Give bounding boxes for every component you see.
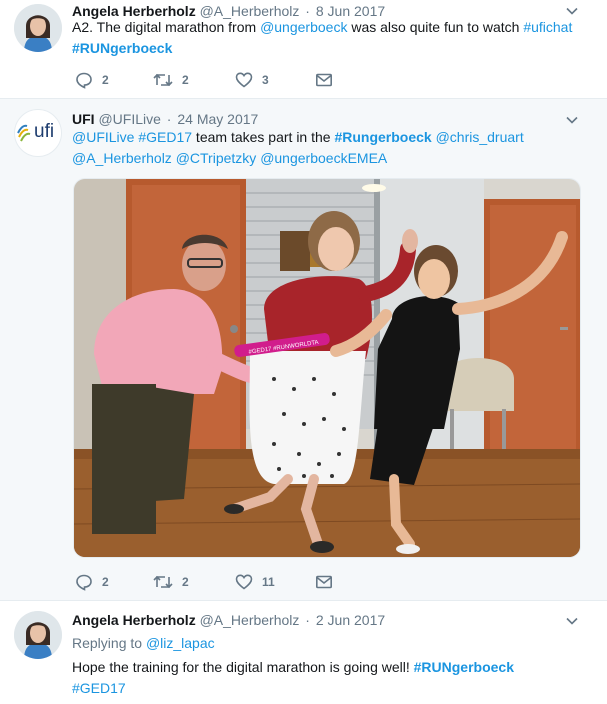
mention-link[interactable]: @CTripetzky	[176, 150, 257, 166]
envelope-icon	[315, 73, 332, 87]
hashtag-link[interactable]: #RUNgerboeck	[72, 40, 172, 56]
hashtag-link[interactable]: #GED17	[138, 129, 192, 145]
tweet-text: A2. The digital marathon from @ungerboec…	[72, 17, 592, 59]
direct-message-button[interactable]	[315, 71, 333, 89]
mention-link[interactable]: @A_Herberholz	[72, 150, 172, 166]
mention-link[interactable]: @chris_druart	[436, 129, 524, 145]
mention-link[interactable]: @UFILive	[72, 129, 134, 145]
reply-count: 2	[102, 73, 109, 87]
mention-link[interactable]: @ungerboeck	[260, 19, 347, 35]
user-handle[interactable]: @A_Herberholz	[200, 612, 300, 628]
user-handle[interactable]: @UFILive	[98, 111, 160, 127]
chevron-down-icon[interactable]	[565, 614, 579, 628]
reply-button[interactable]: 2	[75, 573, 109, 591]
retweet-icon	[153, 575, 173, 589]
tweet-header: UFI @UFILive · 24 May 2017	[72, 110, 258, 128]
timeline: Angela Herberholz @A_Herberholz · 8 Jun …	[0, 0, 607, 704]
tweet-date[interactable]: 2 Jun 2017	[316, 612, 385, 628]
reply-icon	[76, 72, 92, 89]
hashtag-link[interactable]: #ufichat	[523, 19, 572, 35]
tweet-text: Hope the training for the digital marath…	[72, 657, 592, 699]
tweet[interactable]: ufi UFI @UFILive · 24 May 2017 @UFILive …	[0, 99, 607, 601]
like-count: 11	[262, 575, 275, 589]
mention-link[interactable]: @liz_lapac	[146, 635, 215, 651]
direct-message-button[interactable]	[315, 573, 333, 591]
reply-count: 2	[102, 575, 109, 589]
replying-to-context: Replying to @liz_lapac	[72, 633, 592, 654]
tweet[interactable]: Angela Herberholz @A_Herberholz · 2 Jun …	[0, 601, 607, 704]
like-button[interactable]: 11	[235, 573, 275, 591]
tweet-actions: 2 2 3	[72, 71, 372, 91]
retweet-count: 2	[182, 73, 189, 87]
text-segment: team takes part in the	[192, 129, 335, 145]
reply-icon	[76, 574, 92, 591]
tweet-date[interactable]: 24 May 2017	[177, 111, 258, 127]
tweet[interactable]: Angela Herberholz @A_Herberholz · 8 Jun …	[0, 0, 607, 99]
heart-icon	[235, 574, 253, 590]
mention-link[interactable]: @ungerboeckEMEA	[260, 150, 387, 166]
envelope-icon	[315, 575, 332, 589]
heart-icon	[235, 72, 253, 88]
replying-to-label: Replying to	[72, 635, 143, 651]
avatar[interactable]	[14, 4, 62, 52]
retweet-button[interactable]: 2	[153, 71, 189, 89]
retweet-button[interactable]: 2	[153, 573, 189, 591]
ufi-logo-text: ufi	[34, 121, 55, 142]
separator-dot: ·	[166, 111, 172, 127]
tweet-text: @UFILive #GED17 team takes part in the #…	[72, 127, 592, 169]
tweet-photo[interactable]: #GED17 #RUNWORLDTA	[73, 178, 581, 558]
retweet-icon	[153, 73, 173, 87]
display-name[interactable]: UFI	[72, 111, 95, 127]
display-name[interactable]: Angela Herberholz	[72, 612, 196, 628]
hashtag-link[interactable]: #RUNgerboeck	[414, 659, 514, 675]
like-count: 3	[262, 73, 269, 87]
text-segment: Hope the training for the digital marath…	[72, 659, 414, 675]
retweet-count: 2	[182, 575, 189, 589]
text-segment: A2. The digital marathon from	[72, 19, 261, 35]
avatar[interactable]	[14, 611, 62, 659]
chevron-down-icon[interactable]	[565, 4, 579, 18]
avatar[interactable]: ufi	[14, 109, 62, 157]
like-button[interactable]: 3	[235, 71, 269, 89]
separator-dot: ·	[305, 612, 310, 628]
tweet-actions: 2 2 11	[72, 573, 372, 593]
photo-image: #GED17 #RUNWORLDTA	[74, 179, 580, 557]
tweet-header: Angela Herberholz @A_Herberholz · 2 Jun …	[72, 611, 385, 629]
hashtag-link[interactable]: #GED17	[72, 680, 126, 696]
chevron-down-icon[interactable]	[565, 113, 579, 127]
text-segment: was also quite fun to watch	[347, 19, 524, 35]
hashtag-link[interactable]: #Rungerboeck	[334, 129, 431, 145]
reply-button[interactable]: 2	[75, 71, 109, 89]
